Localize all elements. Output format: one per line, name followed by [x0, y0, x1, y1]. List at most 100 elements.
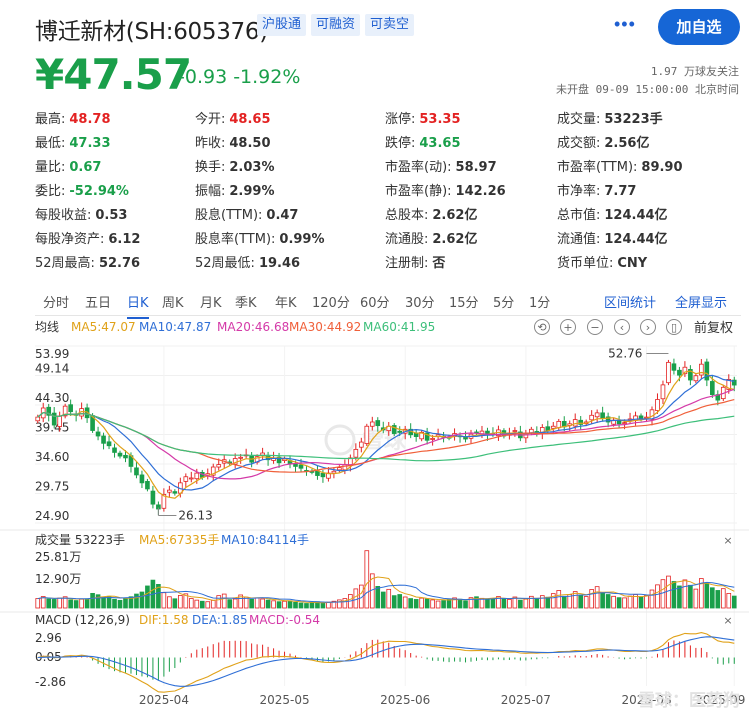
volume-bar [594, 586, 600, 609]
candle-body [463, 436, 468, 440]
stat-label: 52周最低: [195, 256, 255, 271]
candle-body [68, 404, 73, 413]
volume-bar [649, 589, 655, 609]
candle-body [594, 412, 600, 418]
tab-period[interactable]: 1分 [529, 292, 550, 311]
volume-bar [397, 594, 403, 609]
volume-bar [123, 598, 128, 609]
stat-label: 52周最高: [35, 256, 95, 271]
stat-item: 量比: 0.67 [35, 156, 101, 175]
candle-body [167, 489, 172, 493]
volume-bar [507, 599, 512, 609]
tab-period[interactable]: 季K [235, 292, 257, 311]
stat-value: 124.44亿 [604, 232, 668, 247]
volume-bar [671, 581, 677, 609]
candle-body [183, 476, 189, 482]
price-tick-label: 44.30 [35, 391, 69, 405]
stat-value: 124.44亿 [604, 208, 668, 223]
volume-bar [419, 597, 424, 609]
stat-item: 成交量: 53223手 [557, 108, 663, 127]
tab-period[interactable]: 月K [200, 292, 222, 311]
stat-item: 振幅: 2.99% [195, 180, 275, 199]
tab-period[interactable]: 15分 [449, 292, 479, 311]
price-change: -0.93 -1.92% [178, 66, 301, 88]
stat-label: 流通值: [557, 232, 601, 247]
candle-body [145, 480, 150, 490]
volume-bar [408, 598, 413, 609]
candle-body [666, 361, 671, 384]
stat-value: -52.94% [69, 184, 129, 199]
volume-bar [199, 600, 205, 609]
stat-label: 最低: [35, 136, 66, 151]
stat-value: 7.77 [604, 184, 637, 199]
stat-item: 流通值: 124.44亿 [557, 228, 668, 247]
tab-period[interactable]: 120分 [312, 292, 350, 311]
more-dots-icon[interactable]: ••• [614, 14, 636, 35]
candle-body [353, 448, 359, 458]
volume-bar [84, 598, 90, 609]
kline-chart-svg[interactable]: 均线 MA5:47.07 MA10:47.87 MA20:46.68 MA30:44.9… [0, 318, 749, 711]
price-tick-label: 29.75 [35, 479, 69, 493]
pause-icon-glyph: ▯ [671, 321, 677, 334]
volume-bar [561, 595, 567, 609]
stat-item: 委比: -52.94% [35, 180, 129, 199]
tab-period[interactable]: 30分 [405, 292, 435, 311]
stat-item: 市盈率(静): 142.26 [385, 180, 506, 199]
fullscreen-link[interactable]: 全屏显示 [675, 292, 727, 311]
min-price-label: 26.13 [178, 509, 212, 523]
stat-label: 市盈率(动): [385, 160, 452, 175]
volume-bar [260, 598, 265, 609]
tab-period[interactable]: 分时 [43, 292, 69, 311]
stat-item: 跌停: 43.65 [385, 132, 461, 151]
ma-title: 均线 [35, 320, 59, 334]
volume-bar [682, 579, 688, 609]
tab-period[interactable]: 五日 [85, 292, 111, 311]
stat-item: 市盈率(动): 58.97 [385, 156, 497, 175]
candle-body [320, 472, 326, 478]
tab-period[interactable]: 周K [162, 292, 184, 311]
volume-bar [79, 598, 84, 609]
kline-chart[interactable]: 均线 MA5:47.07 MA10:47.87 MA20:46.68 MA30:44.9… [0, 318, 749, 711]
stat-label: 市净率: [557, 184, 601, 199]
tab-period[interactable]: 5分 [493, 292, 514, 311]
add-watchlist-button[interactable]: 加自选 [658, 9, 740, 45]
volume-bar [57, 597, 62, 609]
volume-bar [616, 597, 622, 609]
macd-dif: DIF:1.58 [139, 613, 189, 627]
stat-value: 52.76 [98, 256, 141, 271]
macd-title: MACD (12,26,9) [35, 613, 130, 627]
stat-item: 流通股: 2.62亿 [385, 228, 477, 247]
tag-short[interactable]: 可卖空 [365, 14, 415, 36]
candle-body [413, 432, 419, 437]
volume-bar [446, 599, 452, 609]
x-axis-label: 2025-04 [139, 693, 189, 707]
tag-hk-connect[interactable]: 沪股通 [257, 14, 307, 36]
candle-body [600, 412, 605, 419]
volume-bar [35, 598, 41, 609]
volume-bar [232, 598, 238, 609]
tag-margin[interactable]: 可融资 [311, 14, 361, 36]
volume-bar [112, 598, 117, 609]
stat-label: 换手: [195, 160, 226, 175]
stat-value: 2.62亿 [432, 232, 478, 247]
candle-body [430, 438, 435, 440]
tab-period[interactable]: 日K [127, 292, 149, 319]
candle-body [101, 435, 106, 444]
candle-body [123, 454, 128, 459]
volume-bar [178, 595, 183, 609]
stat-label: 成交额: [557, 136, 601, 151]
tab-period[interactable]: 年K [275, 292, 297, 311]
watermark-logo [324, 424, 356, 456]
stat-item: 每股收益: 0.53 [35, 204, 127, 223]
candle-body [364, 425, 370, 444]
stat-label: 委比: [35, 184, 66, 199]
tab-period[interactable]: 60分 [360, 292, 390, 311]
collapse-macd-icon: × [723, 614, 732, 627]
volume-bar [90, 592, 95, 609]
stat-label: 每股净资产: [35, 232, 105, 247]
volume-bar [227, 599, 233, 609]
volume-bar [293, 601, 298, 609]
zoom-in-icon-glyph: + [563, 321, 572, 334]
volume-bar [342, 598, 348, 609]
range-stats-link[interactable]: 区间统计 [604, 292, 656, 311]
